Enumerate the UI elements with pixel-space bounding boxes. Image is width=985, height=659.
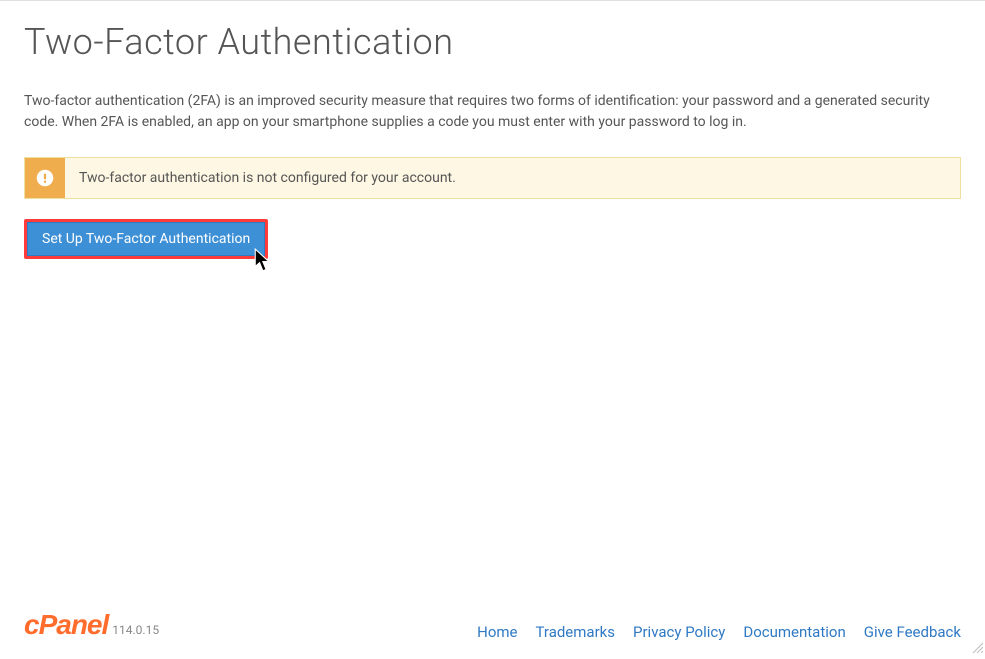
warning-icon [25,158,65,198]
footer: cPanel 114.0.15 Home Trademarks Privacy … [0,597,985,659]
footer-link-feedback[interactable]: Give Feedback [864,623,961,641]
footer-link-trademarks[interactable]: Trademarks [536,623,616,641]
footer-branding: cPanel 114.0.15 [24,609,159,641]
footer-link-documentation[interactable]: Documentation [743,623,845,641]
version-text: 114.0.15 [112,623,159,637]
cpanel-logo: cPanel [24,609,108,641]
footer-link-home[interactable]: Home [477,623,517,641]
setup-2fa-button[interactable]: Set Up Two-Factor Authentication [27,222,265,256]
setup-button-highlight: Set Up Two-Factor Authentication [24,219,268,259]
page-description: Two-factor authentication (2FA) is an im… [24,91,944,133]
resize-handle-icon [971,638,983,657]
page-title: Two-Factor Authentication [24,21,961,63]
footer-link-privacy[interactable]: Privacy Policy [633,623,725,641]
footer-links: Home Trademarks Privacy Policy Documenta… [477,623,961,641]
alert-warning: Two-factor authentication is not configu… [24,157,961,199]
alert-message: Two-factor authentication is not configu… [65,158,470,198]
